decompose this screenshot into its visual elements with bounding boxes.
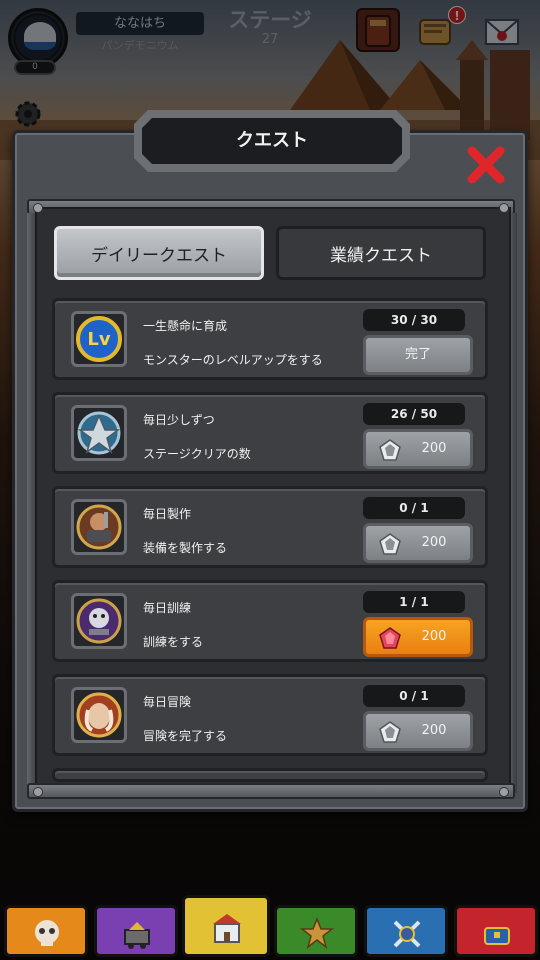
- reward-amount: 200: [421, 441, 447, 456]
- skull-icon: [35, 920, 59, 946]
- quest-title: 毎日少しずつ: [143, 413, 215, 427]
- quest-row: 毎日冒険 冒険を完了する 0 / 1 200: [52, 674, 488, 756]
- quest-progress: 0 / 1: [363, 685, 465, 707]
- craft-icon: [71, 499, 127, 555]
- close-button[interactable]: [464, 143, 508, 187]
- reward-amount: 200: [421, 629, 447, 644]
- quest-description: モンスターのレベルアップをする: [143, 353, 323, 367]
- gem-icon: [379, 533, 401, 555]
- quest-title: 一生懸命に育成: [143, 319, 228, 333]
- quest-progress: 0 / 1: [363, 497, 465, 519]
- reward-amount: 200: [421, 535, 447, 550]
- castle-icon: [213, 914, 241, 943]
- level-up-icon: Lv: [71, 311, 127, 367]
- quest-title: 毎日訓練: [143, 601, 192, 615]
- quest-title: 毎日製作: [143, 507, 192, 521]
- nav-castle-button[interactable]: [182, 895, 270, 957]
- treasure-icon: [484, 927, 510, 945]
- nav-battle-button[interactable]: [364, 905, 448, 957]
- training-icon: [71, 593, 127, 649]
- adventure-icon: [71, 687, 127, 743]
- quest-progress: 1 / 1: [363, 591, 465, 613]
- crossed-swords-icon: [393, 920, 421, 948]
- ruby-icon: [379, 627, 401, 649]
- tab-achievement-quest[interactable]: 業績クエスト: [276, 226, 486, 280]
- claim-reward-button[interactable]: 200: [363, 523, 473, 563]
- claim-reward-button[interactable]: 200: [363, 429, 473, 469]
- stage-emblem-icon: [71, 405, 127, 461]
- star-emblem-icon: [299, 916, 335, 949]
- mine-cart-icon: [124, 922, 150, 949]
- gem-icon: [379, 439, 401, 461]
- quest-progress: 26 / 50: [363, 403, 465, 425]
- quest-progress: 30 / 30: [363, 309, 465, 331]
- complete-button[interactable]: 完了: [363, 335, 473, 375]
- rivet: [499, 203, 509, 213]
- quest-row: 毎日少しずつ ステージクリアの数 26 / 50 200: [52, 392, 488, 474]
- quest-description: ステージクリアの数: [143, 447, 251, 461]
- rivet: [33, 203, 43, 213]
- tab-daily-quest[interactable]: デイリークエスト: [54, 226, 264, 280]
- claim-reward-button[interactable]: 200: [363, 617, 473, 657]
- bottom-rail: [27, 783, 515, 799]
- quest-row: 毎日製作 装備を製作する 0 / 1 200: [52, 486, 488, 568]
- quest-row-partial: [52, 768, 488, 782]
- claim-reward-button[interactable]: 200: [363, 711, 473, 751]
- reward-amount: 200: [421, 723, 447, 738]
- svg-text:Lv: Lv: [87, 329, 110, 350]
- nav-monsters-button[interactable]: [4, 905, 88, 957]
- quest-description: 装備を製作する: [143, 541, 228, 555]
- modal-title: クエスト: [142, 118, 402, 164]
- gem-icon: [379, 721, 401, 743]
- quest-description: 訓練をする: [143, 635, 204, 649]
- quest-row: 毎日訓練 訓練をする 1 / 1 200: [52, 580, 488, 662]
- close-icon: [467, 146, 505, 184]
- quest-description: 冒険を完了する: [143, 729, 228, 743]
- nav-mine-button[interactable]: [94, 905, 178, 957]
- quest-row: Lv 一生懸命に育成 モンスターのレベルアップをする 30 / 30 完了: [52, 298, 488, 380]
- rivet: [499, 787, 509, 797]
- nav-emblem-button[interactable]: [274, 905, 358, 957]
- rivet: [33, 787, 43, 797]
- modal-title-plate: クエスト: [134, 110, 410, 172]
- quest-title: 毎日冒険: [143, 695, 192, 709]
- nav-treasure-button[interactable]: [454, 905, 538, 957]
